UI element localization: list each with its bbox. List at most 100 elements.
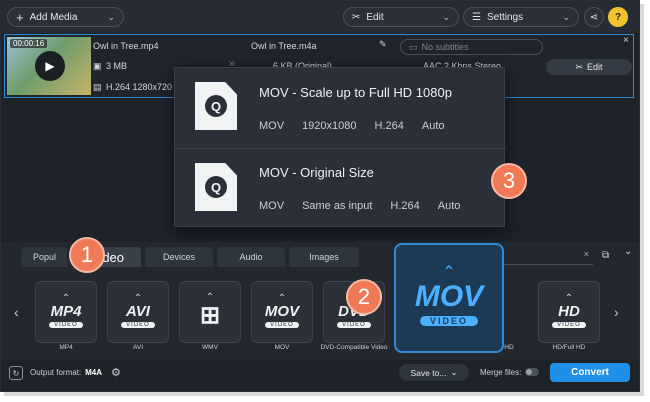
convert-button[interactable]: Convert — [550, 363, 630, 382]
preset-title: MOV - Original Size — [259, 165, 374, 180]
output-file-name: Owl in Tree.m4a — [251, 41, 317, 51]
subtitles-icon: ▭ — [409, 41, 418, 52]
edit-menu-button[interactable]: ✂ Edit ⌄ — [343, 7, 459, 27]
format-wmv[interactable]: ⌃ ⊞ — [179, 281, 241, 343]
chevron-down-icon: ⌄ — [450, 367, 458, 377]
settings-label: Settings — [486, 11, 524, 23]
share-button[interactable]: ⋖ — [584, 7, 604, 27]
subtitles-select[interactable]: ▭ No subtitles — [400, 39, 543, 55]
quicktime-file-icon: Q — [195, 163, 237, 211]
output-format-label: Output format: — [30, 368, 82, 377]
format-avi[interactable]: ⌃ AVI VIDEO — [107, 281, 169, 343]
preset-quality: Auto — [421, 120, 445, 132]
format-hd[interactable]: ⌃ HD VIDEO — [538, 281, 600, 343]
format-sub: VIDEO — [121, 321, 155, 328]
source-codec: H.264 1280x720 1 — [106, 82, 180, 92]
format-label: MOV — [274, 344, 290, 351]
format-label: HD/Full HD — [552, 344, 586, 351]
chevron-down-icon: ⌄ — [562, 11, 570, 22]
format-label: WMV — [202, 344, 218, 351]
help-button[interactable]: ? — [608, 7, 628, 27]
preset-resolution: 1920x1080 — [302, 120, 357, 132]
format-label: AVI — [133, 344, 143, 351]
format-label: MP4 — [59, 344, 73, 351]
preset-specs: MOV Same as input H.264 Auto — [259, 200, 460, 212]
duration-label: 00:00:16 — [10, 39, 48, 48]
chevron-up-icon: ⌃ — [205, 291, 215, 303]
output-format-value: M4A — [85, 368, 103, 377]
save-to-label: Save to... — [410, 367, 447, 378]
toolbar: + Add Media ⌄ ✂ Edit ⌄ ☰ Settings ⌄ ⋖ ? — [1, 1, 639, 33]
output-format-icon[interactable]: ↻ — [9, 366, 23, 380]
preset-popup: Q MOV - Scale up to Full HD 1080p MOV 19… — [174, 67, 506, 228]
tab-popular[interactable]: Popul — [21, 247, 67, 267]
chevron-up-icon: ⌃ — [564, 292, 574, 304]
add-media-button[interactable]: + Add Media ⌄ — [7, 7, 124, 27]
chevron-up-icon: ⌃ — [442, 264, 456, 281]
selected-format-sub: VIDEO — [419, 316, 478, 326]
tab-devices[interactable]: Devices — [145, 247, 213, 267]
chevron-down-icon[interactable]: ⌄ — [624, 246, 632, 257]
settings-icon: ☰ — [472, 11, 481, 23]
tools-icon: ✂ — [352, 11, 361, 23]
video-thumbnail[interactable]: 00:00:16 ▶ — [7, 37, 91, 95]
scroll-right-icon[interactable]: › — [614, 304, 619, 320]
app-window: + Add Media ⌄ ✂ Edit ⌄ ☰ Settings ⌄ ⋖ ? … — [0, 0, 640, 392]
footer-bar: ↻ Output format: M4A ⚙ Save to... ⌄ Merge… — [1, 360, 639, 391]
selected-format-mov[interactable]: ⌃ MOV VIDEO — [394, 243, 504, 353]
chevron-down-icon: ⌄ — [442, 11, 450, 22]
preset-codec: H.264 — [374, 120, 404, 132]
chevron-up-icon: ⌃ — [133, 292, 143, 304]
rename-icon[interactable]: ✎ — [379, 39, 387, 50]
selected-format-logo: MOV — [414, 280, 484, 313]
format-sub: VIDEO — [49, 321, 83, 328]
file-edit-label: Edit — [587, 62, 603, 72]
tools-icon: ✂ — [575, 61, 584, 72]
video-icon: ▤ — [93, 82, 102, 92]
edit-menu-label: Edit — [366, 11, 384, 23]
format-label: DVD-Compatible Video — [320, 344, 388, 351]
add-media-label: Add Media — [29, 11, 78, 23]
tab-audio[interactable]: Audio — [217, 247, 285, 267]
format-sub: VIDEO — [337, 321, 371, 328]
remove-file-icon[interactable]: × — [623, 35, 629, 46]
chevron-down-icon: ⌄ — [107, 11, 115, 22]
settings-button[interactable]: ☰ Settings ⌄ — [463, 7, 579, 27]
collapse-panel-icon[interactable]: ⧉ — [602, 250, 609, 261]
format-mp4[interactable]: ⌃ MP4 VIDEO — [35, 281, 97, 343]
tab-images[interactable]: Images — [289, 247, 359, 267]
help-icon: ? — [614, 11, 622, 23]
scroll-left-icon[interactable]: ‹ — [14, 304, 19, 320]
callout-badge-1: 1 — [69, 237, 105, 273]
callout-badge-3: 3 — [491, 163, 527, 199]
format-logo: HD — [558, 302, 580, 320]
callout-badge-2: 2 — [346, 279, 382, 315]
output-format: Output format: M4A — [30, 368, 102, 377]
merge-files-toggle[interactable] — [525, 368, 539, 376]
format-sub: VIDEO — [552, 321, 586, 328]
format-logo: MP4 — [50, 302, 82, 320]
preset-quality: Auto — [437, 200, 461, 212]
preset-item[interactable]: Q MOV - Original Size MOV Same as input … — [175, 148, 506, 228]
chevron-up-icon: ⌃ — [61, 292, 71, 304]
plus-icon: + — [16, 9, 24, 25]
preset-item[interactable]: Q MOV - Scale up to Full HD 1080p MOV 19… — [175, 68, 506, 148]
file-edit-button[interactable]: ✂ Edit — [546, 59, 632, 75]
preset-specs: MOV 1920x1080 H.264 Auto — [259, 120, 445, 132]
gear-icon[interactable]: ⚙ — [111, 366, 121, 379]
windows-logo-icon: ⊞ — [199, 301, 221, 329]
clear-search-icon[interactable]: × — [584, 249, 589, 259]
format-sub: VIDEO — [265, 321, 299, 328]
source-file-name: Owl in Tree.mp4 — [93, 41, 159, 51]
format-search-input[interactable]: × — [491, 249, 593, 265]
save-to-button[interactable]: Save to... ⌄ — [399, 364, 469, 381]
subtitles-placeholder: No subtitles — [421, 42, 469, 52]
preset-format: MOV — [259, 120, 285, 132]
file-icon: ▣ — [93, 61, 102, 71]
format-mov[interactable]: ⌃ MOV VIDEO — [251, 281, 313, 343]
convert-arrow-icon: » — [229, 58, 236, 70]
preset-format: MOV — [259, 200, 285, 212]
preset-codec: H.264 — [390, 200, 420, 212]
preset-resolution: Same as input — [302, 200, 373, 212]
play-icon[interactable]: ▶ — [35, 51, 65, 81]
